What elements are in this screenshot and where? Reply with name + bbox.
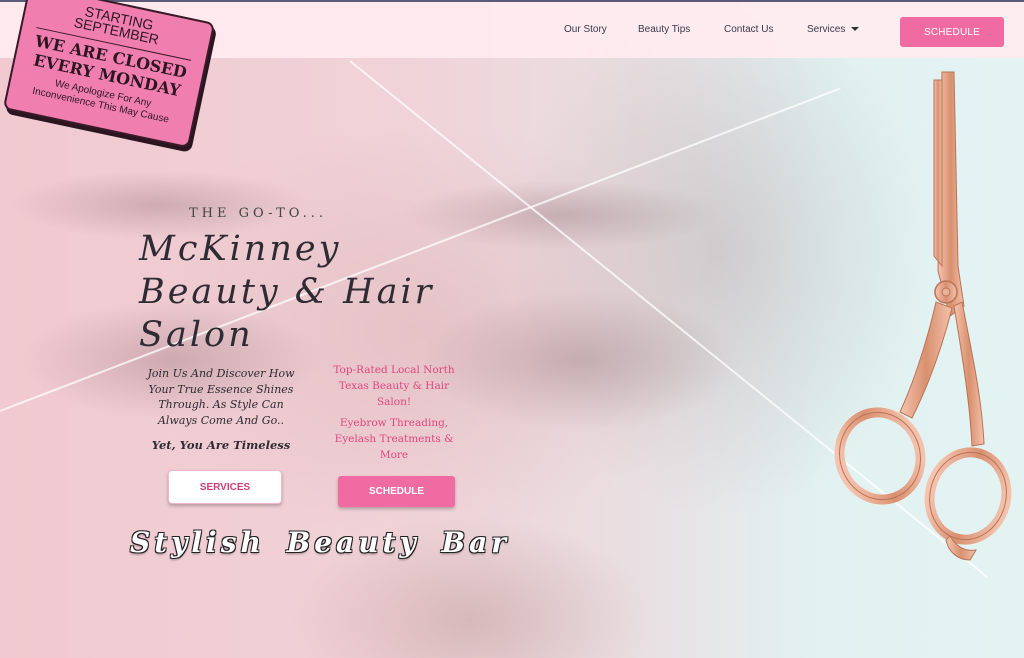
nav-services[interactable]: Services	[807, 24, 860, 35]
nav-schedule-button[interactable]: SCHEDULE	[900, 17, 1004, 47]
hero-description: Join Us And Discover How Your True Essen…	[147, 367, 295, 427]
hero-subtitle: Stylish Beauty Bar	[130, 526, 511, 559]
services-button[interactable]: SERVICES	[168, 470, 282, 504]
schedule-button[interactable]: SCHEDULE	[338, 476, 455, 507]
top-rated-text: Top-Rated Local North Texas Beauty & Hai…	[333, 364, 455, 408]
chevron-down-icon	[851, 27, 860, 32]
nav-services-label: Services	[807, 24, 846, 35]
nav-contact-us[interactable]: Contact Us	[724, 24, 773, 35]
hero-tagline: Yet, You Are Timeless	[151, 438, 291, 452]
hero-title: McKinney Beauty & Hair Salon	[139, 229, 435, 355]
nav-beauty-tips[interactable]: Beauty Tips	[638, 24, 690, 35]
scissors-icon	[834, 71, 1012, 561]
nav-our-story[interactable]: Our Story	[564, 24, 607, 35]
services-summary-text: Eyebrow Threading, Eyelash Treatments & …	[334, 417, 454, 461]
hero-kicker: THE GO-TO...	[189, 206, 328, 221]
